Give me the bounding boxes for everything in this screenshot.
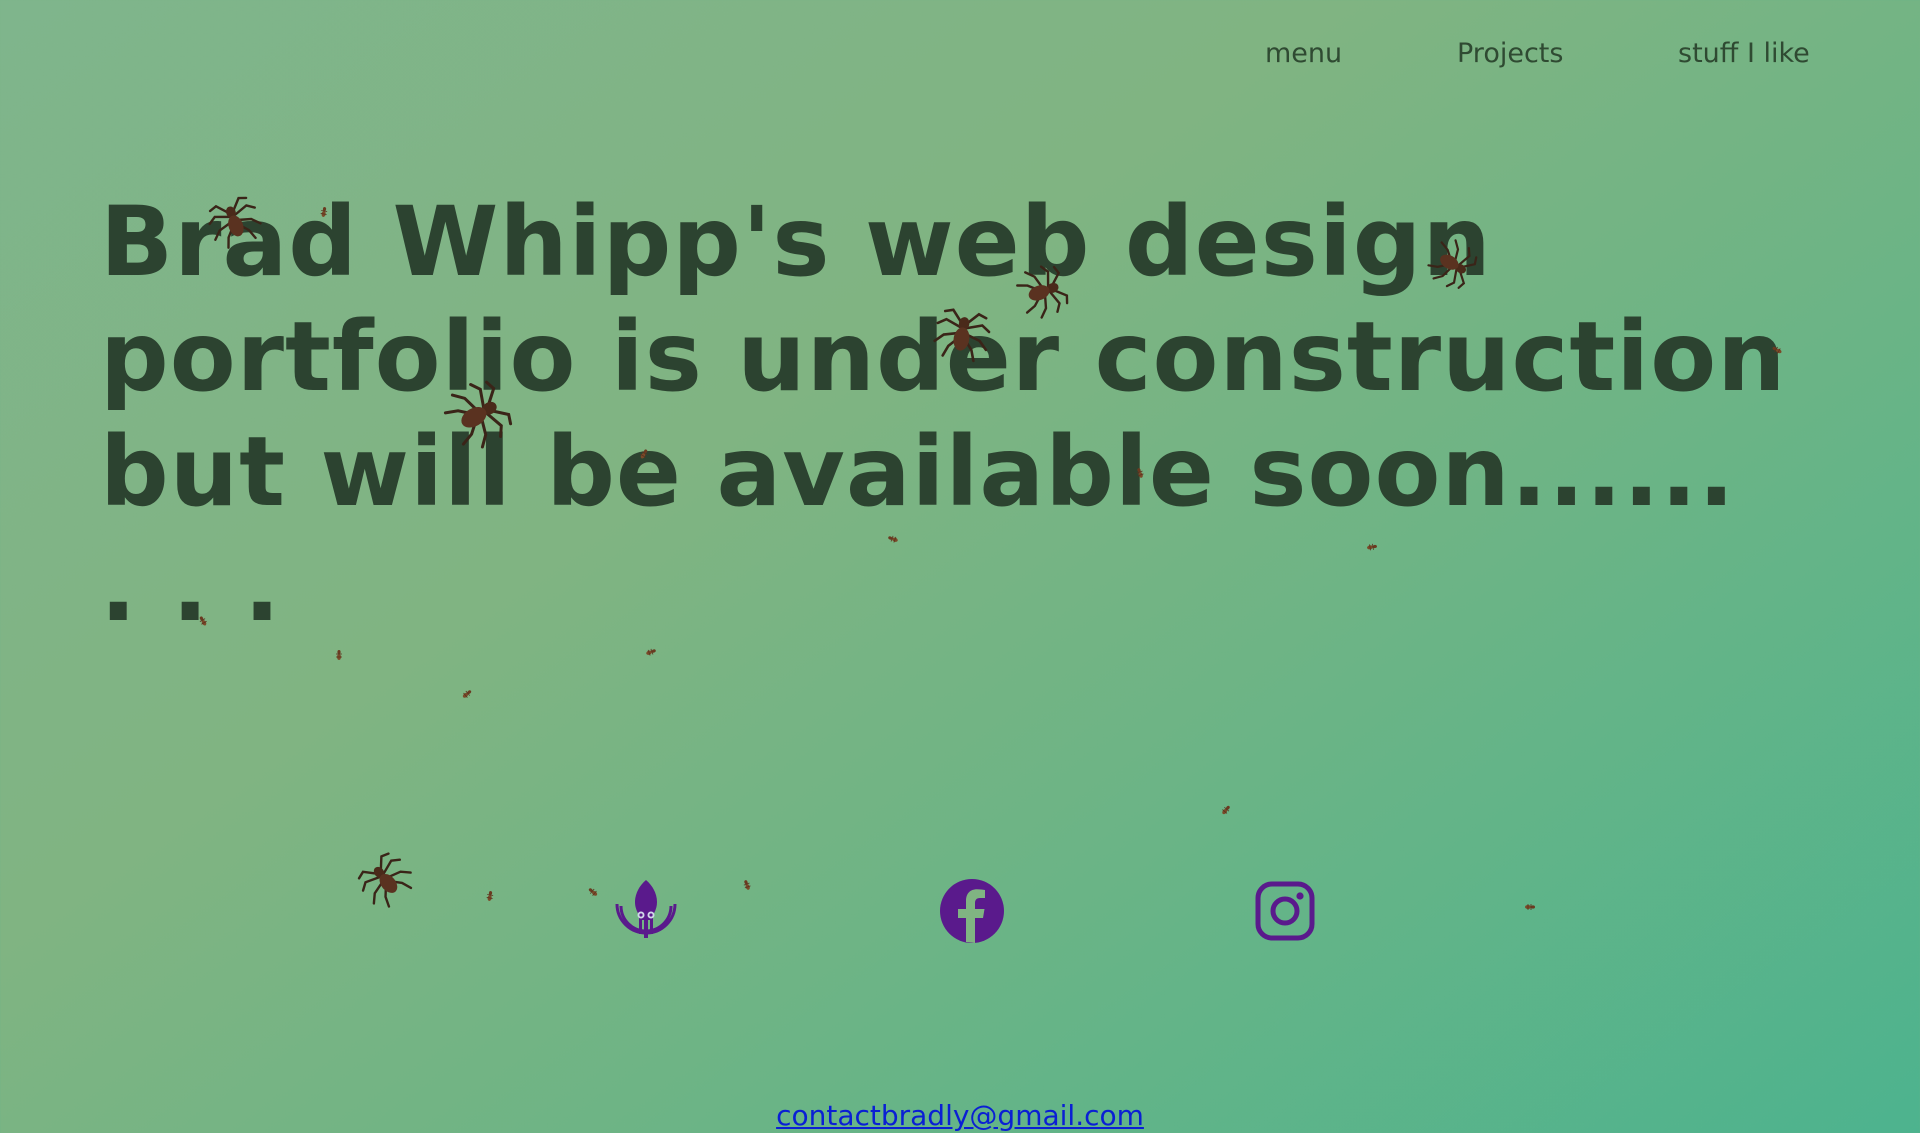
top-nav: menu Projects stuff I like	[0, 36, 1920, 76]
nav-menu-link[interactable]: menu	[1265, 36, 1342, 72]
nav-stuff-i-like-link[interactable]: stuff I like	[1678, 36, 1810, 72]
gitkraken-icon[interactable]	[611, 876, 681, 946]
nav-projects-link[interactable]: Projects	[1457, 36, 1563, 72]
contact-email-link[interactable]: contactbradly@gmail.com	[776, 1099, 1144, 1132]
facebook-icon[interactable]	[937, 876, 1007, 946]
contact-section: contactbradly@gmail.com	[0, 1096, 1920, 1133]
page-headline: Brad Whipp's web design portfolio is und…	[100, 186, 1787, 643]
instagram-icon[interactable]	[1250, 876, 1320, 946]
